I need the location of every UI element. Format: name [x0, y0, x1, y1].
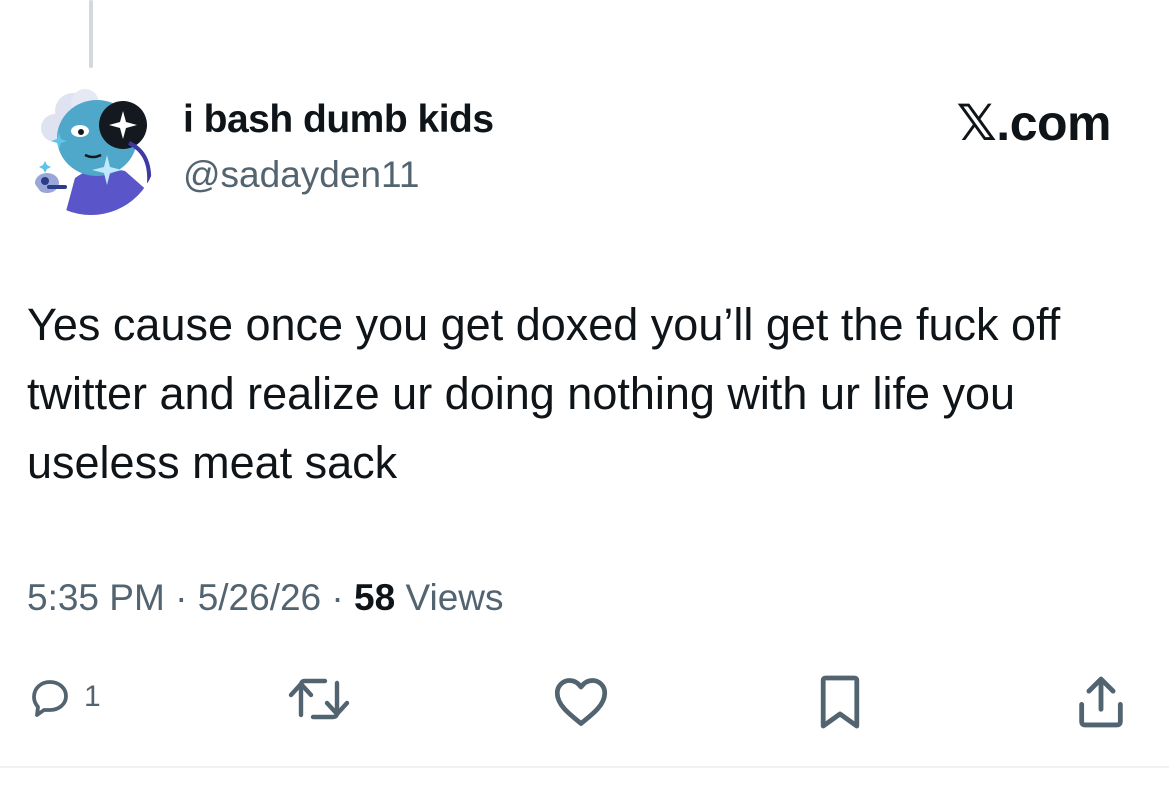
- tweet-date[interactable]: 5/26/26: [198, 577, 321, 618]
- author-display-name[interactable]: i bash dumb kids: [183, 98, 494, 142]
- thread-connector-line: [89, 0, 93, 68]
- reply-button[interactable]: 1: [26, 673, 101, 721]
- heart-icon: [554, 678, 608, 726]
- meta-separator: ·: [175, 577, 188, 618]
- meta-separator: ·: [331, 577, 344, 618]
- cartoon-avatar-icon: [25, 83, 157, 215]
- site-label: 𝕏.com: [956, 95, 1112, 151]
- share-upload-icon: [1079, 676, 1123, 728]
- retweet-button[interactable]: [283, 673, 355, 725]
- views-count: 58: [354, 577, 396, 618]
- author-handle[interactable]: @sadayden11: [183, 154, 419, 196]
- avatar[interactable]: [25, 83, 157, 215]
- share-button[interactable]: [1074, 673, 1128, 731]
- retweet-arrows-icon: [288, 678, 350, 720]
- reply-count: 1: [84, 680, 101, 713]
- tweet-text: Yes cause once you get doxed you’ll get …: [27, 299, 1061, 488]
- tweet-meta: 5:35 PM · 5/26/26 · 58 Views: [27, 577, 504, 619]
- action-bar: 1: [0, 665, 1169, 745]
- bookmark-button[interactable]: [816, 673, 864, 731]
- speech-bubble-icon: [32, 680, 68, 717]
- tweet-time[interactable]: 5:35 PM: [27, 577, 165, 618]
- bottom-divider: [0, 766, 1169, 768]
- like-button[interactable]: [551, 673, 611, 729]
- bookmark-icon: [820, 675, 860, 729]
- views-label: Views: [405, 577, 504, 618]
